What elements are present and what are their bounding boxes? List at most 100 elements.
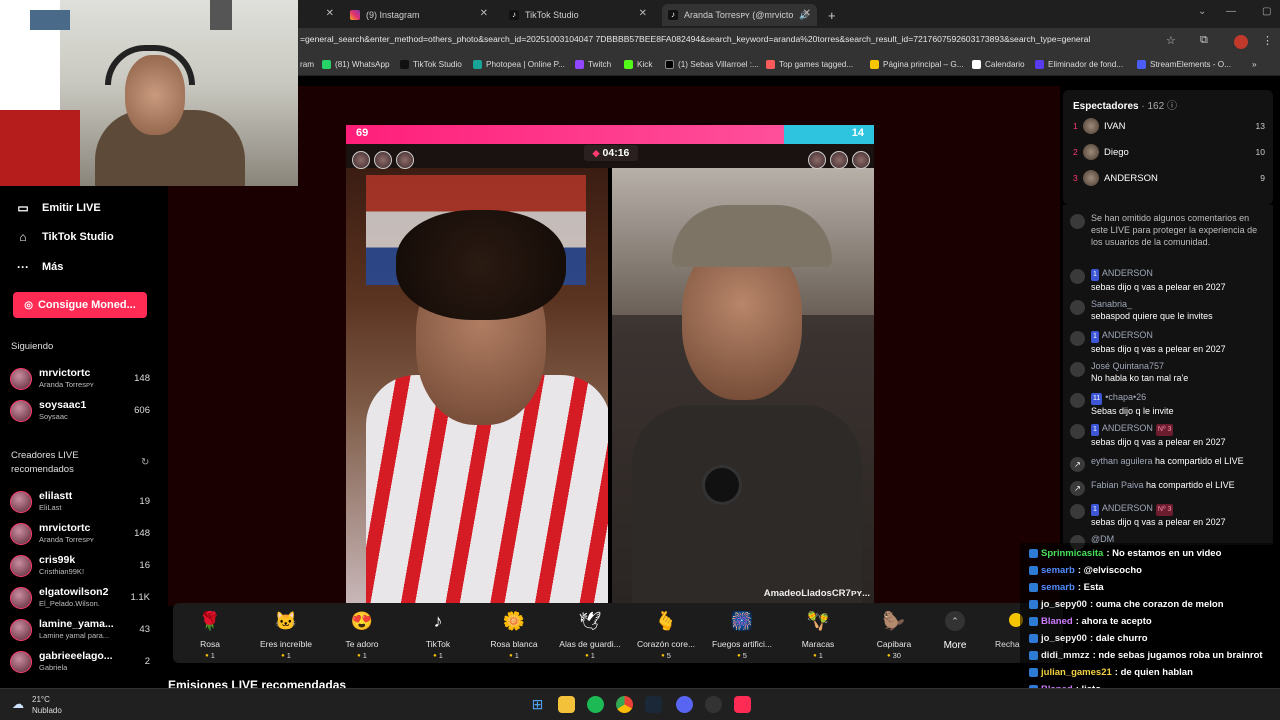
windows-start-icon[interactable]: ⊞: [529, 696, 546, 713]
avatar[interactable]: [1070, 300, 1085, 315]
gift-item[interactable]: 🌹 Rosa 1: [173, 609, 247, 660]
live-battle-video[interactable]: AmadeoLladosCR7ᴘʏ... 69 14 ◆ 04:16: [346, 125, 874, 603]
tab-partial[interactable]: ✕: [300, 4, 340, 26]
chrome-icon[interactable]: [616, 696, 633, 713]
gift-item[interactable]: 😍 Te adoro 1: [325, 609, 399, 660]
sidebar-item-mas[interactable]: ··· Más: [16, 260, 63, 274]
chat-username[interactable]: ANDERSON: [1102, 268, 1153, 278]
creator-row[interactable]: soysaac1 Soysaac 606: [10, 398, 155, 424]
avatar[interactable]: [1070, 269, 1085, 284]
more-gifts-button[interactable]: ⌃ More: [935, 611, 975, 651]
share-icon[interactable]: ↗: [1070, 457, 1085, 472]
obs-icon[interactable]: [705, 696, 722, 713]
chat-username[interactable]: •chapa•26: [1105, 392, 1146, 402]
creator-row[interactable]: mrvictortc Aranda Torresᴘʏ 148: [10, 521, 155, 547]
avatar[interactable]: [1070, 214, 1085, 229]
avatar[interactable]: [1070, 393, 1085, 408]
weather-widget[interactable]: 21°C Nublado: [32, 694, 62, 716]
extensions-icon[interactable]: ⧉: [1200, 34, 1208, 47]
bookmark-item[interactable]: (1) Sebas Villarroel :...: [665, 60, 759, 69]
right-supporter-avatar[interactable]: [830, 151, 848, 169]
right-supporter-avatar[interactable]: [808, 151, 826, 169]
close-tab-icon[interactable]: ✕: [480, 8, 488, 19]
share-icon[interactable]: ↗: [1070, 481, 1085, 496]
url-input[interactable]: =general_search&enter_method=others_phot…: [300, 34, 1150, 44]
chat-username[interactable]: Sanabria_: [1091, 299, 1132, 309]
gift-item[interactable]: 🐱 Eres increíble 1: [249, 609, 323, 660]
bookmark-item[interactable]: Eliminador de fond...: [1035, 60, 1123, 69]
bookmark-item[interactable]: Twitch: [575, 60, 611, 69]
chat-username[interactable]: eythan aguilera: [1091, 456, 1153, 466]
platform-icon: [1029, 549, 1038, 558]
gift-icon: 🌹: [198, 611, 222, 631]
bookmark-item[interactable]: StreamElements - O...: [1137, 60, 1231, 69]
creator-row[interactable]: lamine_yama... Lamine yamal para... 43: [10, 617, 155, 643]
menu-kebab-icon[interactable]: ⋮: [1262, 34, 1273, 47]
left-supporter-avatar[interactable]: [396, 151, 414, 169]
gift-item[interactable]: 🌼 Rosa blanca 1: [477, 609, 551, 660]
viewer-row[interactable]: 3 ANDERSON 9: [1073, 169, 1265, 187]
creator-row[interactable]: elgatowilson2 El_Pelado.Wilson. 1.1K: [10, 585, 155, 611]
bookmark-item[interactable]: Página principal – G...: [870, 60, 964, 69]
viewer-row[interactable]: 2 Diego 10: [1073, 143, 1265, 161]
left-supporter-avatar[interactable]: [352, 151, 370, 169]
gift-item[interactable]: 🎆 Fuegos artifici... 5: [705, 609, 779, 660]
profile-avatar[interactable]: [1234, 35, 1248, 49]
creator-row[interactable]: cris99k Cristhian99K! 16: [10, 553, 155, 579]
gift-item[interactable]: 🦫 Capibara 30: [857, 609, 931, 660]
spotify-icon[interactable]: [587, 696, 604, 713]
chat-username[interactable]: Fabian Paiva: [1091, 480, 1144, 490]
close-tab-icon[interactable]: ✕: [803, 8, 811, 19]
gift-item[interactable]: ♪ TikTok 1: [401, 609, 475, 660]
get-coins-button[interactable]: ◎ Consigue Moned...: [13, 292, 147, 318]
maximize-icon[interactable]: ▢: [1262, 6, 1271, 17]
viewer-row[interactable]: 1 IVAN 13: [1073, 117, 1265, 135]
new-tab-button[interactable]: +: [822, 4, 842, 26]
bookmark-star-icon[interactable]: ☆: [1166, 34, 1176, 47]
sidebar-item-emitir-live[interactable]: ▭ Emitir LIVE: [16, 201, 100, 215]
tiktok-live-studio-icon[interactable]: [734, 696, 751, 713]
minimize-icon[interactable]: —: [1226, 6, 1236, 17]
chat-text: sebaspod quiere que le invites: [1091, 311, 1213, 321]
bookmark-item[interactable]: Photopea | Online P...: [473, 60, 565, 69]
chat-username[interactable]: José Quintana757: [1091, 361, 1164, 371]
avatar[interactable]: [1070, 331, 1085, 346]
gift-name: Fuegos artifici...: [712, 639, 772, 649]
creator-row[interactable]: gabrieeelago... Gabriela 2: [10, 649, 155, 675]
info-icon[interactable]: ⓘ: [1167, 101, 1177, 112]
gift-item[interactable]: 🪇 Maracas 1: [781, 609, 855, 660]
calendar-icon: [972, 60, 981, 69]
bookmark-item[interactable]: ram: [300, 60, 314, 69]
tab-tiktok-studio[interactable]: ♪ TikTok Studio ✕: [503, 4, 653, 26]
bookmarks-overflow-icon[interactable]: »: [1252, 60, 1257, 69]
chat-username[interactable]: ANDERSON: [1102, 503, 1153, 513]
left-supporter-avatar[interactable]: [374, 151, 392, 169]
tab-instagram[interactable]: (9) Instagram ✕: [344, 4, 494, 26]
creator-row[interactable]: mrvictortc Aranda Torresᴘʏ 148: [10, 366, 155, 392]
gift-price: 1: [781, 651, 855, 660]
bookmark-item[interactable]: Kick: [624, 60, 652, 69]
bookmark-item[interactable]: Top games tagged...: [766, 60, 853, 69]
steam-icon[interactable]: [645, 696, 662, 713]
file-explorer-icon[interactable]: [558, 696, 575, 713]
bookmark-item[interactable]: TikTok Studio: [400, 60, 462, 69]
right-supporter-avatar[interactable]: [852, 151, 870, 169]
chat-username[interactable]: ANDERSON: [1102, 330, 1153, 340]
discord-icon[interactable]: [676, 696, 693, 713]
close-tab-icon[interactable]: ✕: [326, 8, 334, 19]
close-tab-icon[interactable]: ✕: [639, 8, 647, 19]
tab-search-icon[interactable]: ⌄: [1198, 6, 1206, 17]
tab-live[interactable]: ♪ Aranda Torresᴘʏ (@mrvicto 🔊 ✕: [662, 4, 817, 26]
refresh-icon[interactable]: ↻: [141, 457, 149, 468]
bookmark-item[interactable]: (81) WhatsApp: [322, 60, 390, 69]
recharge-button[interactable]: Recha: [995, 639, 1020, 649]
creator-row[interactable]: elilastt EliLast 19: [10, 489, 155, 515]
avatar[interactable]: [1070, 504, 1085, 519]
gift-item[interactable]: 🕊 Alas de guardi... 1: [553, 609, 627, 660]
avatar[interactable]: [1070, 362, 1085, 377]
bookmark-item[interactable]: Calendario: [972, 60, 1025, 69]
sidebar-item-tiktok-studio[interactable]: ⌂ TikTok Studio: [16, 230, 113, 244]
avatar[interactable]: [1070, 424, 1085, 439]
gift-item[interactable]: 🫰 Corazón core... 5: [629, 609, 703, 660]
chat-username[interactable]: ANDERSON: [1102, 423, 1153, 433]
